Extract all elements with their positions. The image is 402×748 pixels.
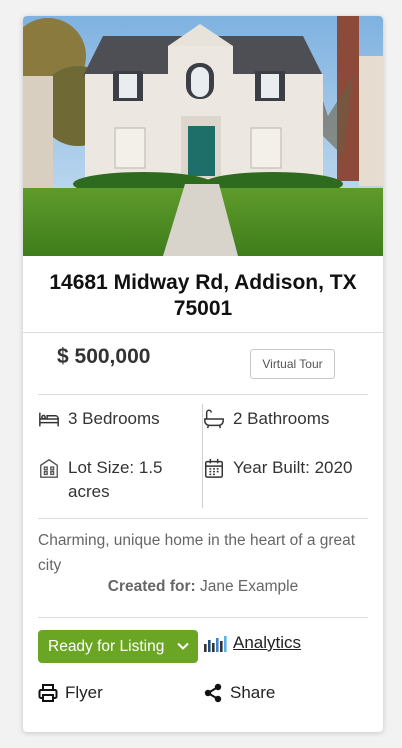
listing-status-label: Ready for Listing	[48, 637, 165, 655]
listing-card: 14681 Midway Rd, Addison, TX 75001 $ 500…	[23, 16, 383, 732]
listing-status-dropdown[interactable]: Ready for Listing	[38, 630, 198, 663]
lot-size-text: Lot Size: 1.5 acres	[68, 458, 163, 501]
property-price: $ 500,000	[57, 345, 151, 368]
divider	[38, 394, 368, 395]
divider	[23, 332, 383, 333]
created-for-label: Created for:	[107, 578, 196, 595]
flyer-label: Flyer	[65, 683, 103, 702]
created-for-name: Jane Example	[199, 578, 299, 595]
printer-icon	[38, 684, 58, 702]
share-button[interactable]: Share	[203, 683, 275, 703]
property-photo[interactable]	[23, 16, 383, 256]
property-address: 14681 Midway Rd, Addison, TX 75001	[49, 271, 357, 320]
calendar-icon	[205, 458, 223, 478]
bar-chart-icon	[204, 636, 227, 652]
bath-icon	[204, 409, 224, 429]
flyer-button[interactable]: Flyer	[38, 683, 103, 703]
bed-icon	[39, 412, 59, 427]
created-for: Created for: Jane Example	[23, 578, 383, 596]
bedrooms-text: 3 Bedrooms	[68, 409, 160, 428]
building-icon	[40, 458, 58, 478]
share-label: Share	[230, 683, 276, 702]
lot-size-feature: Lot Size: 1.5 acres	[38, 456, 188, 504]
property-description: Charming, unique home in the heart of a …	[38, 532, 356, 574]
bedrooms-feature: 3 Bedrooms	[38, 407, 160, 431]
share-icon	[204, 683, 222, 703]
analytics-link[interactable]: Analytics	[203, 632, 301, 654]
year-built-text: Year Built: 2020	[233, 458, 353, 477]
bathrooms-text: 2 Bathrooms	[233, 409, 330, 428]
analytics-label: Analytics	[233, 633, 302, 652]
divider	[38, 617, 368, 618]
divider	[38, 518, 368, 519]
year-built-feature: Year Built: 2020	[203, 456, 352, 480]
virtual-tour-button[interactable]: Virtual Tour	[250, 349, 335, 379]
bathrooms-feature: 2 Bathrooms	[203, 407, 329, 431]
chevron-down-icon	[177, 642, 189, 650]
